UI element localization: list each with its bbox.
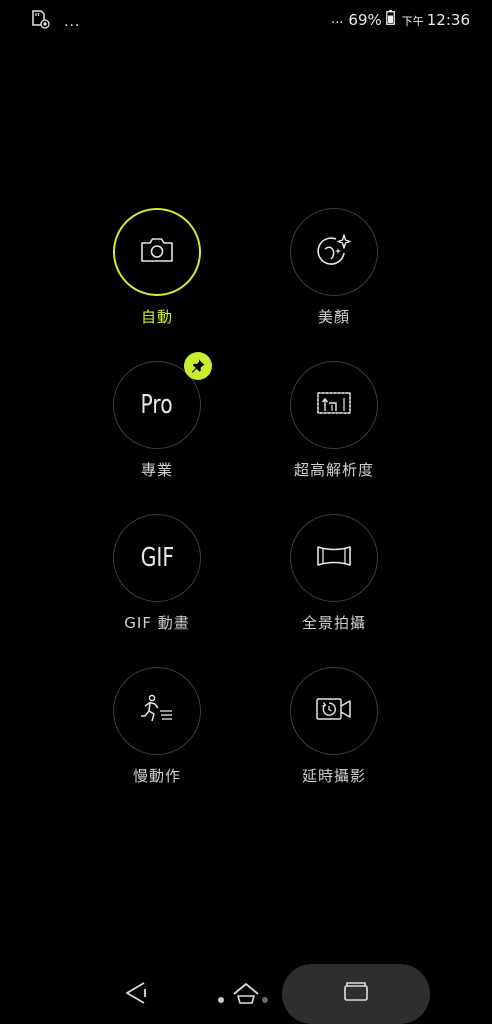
notification-overflow: ... — [64, 14, 81, 30]
status-overflow: ... — [331, 12, 344, 27]
mode-super-resolution-button[interactable] — [290, 361, 378, 449]
page-dot — [262, 997, 268, 1003]
mode-pro-button[interactable]: Pro — [113, 352, 212, 449]
mode-auto[interactable]: 自動 — [77, 208, 237, 327]
status-left: ... — [30, 9, 80, 33]
clock: 12:36 — [426, 10, 470, 29]
time-lapse-icon — [315, 696, 353, 726]
camera-icon — [140, 237, 174, 267]
battery-icon — [385, 10, 395, 29]
mode-panorama-button[interactable] — [290, 514, 378, 602]
mode-label: 慢動作 — [132, 767, 181, 785]
pin-icon[interactable] — [184, 352, 212, 380]
mode-super-resolution[interactable]: 超高解析度 — [254, 361, 414, 480]
slow-motion-runner-icon — [139, 693, 175, 729]
mode-label: 超高解析度 — [293, 461, 374, 479]
mode-slow-motion[interactable]: 慢動作 — [77, 667, 237, 786]
mode-beauty[interactable]: 美顏 — [254, 208, 414, 327]
super-resolution-icon — [316, 390, 352, 420]
mode-time-lapse-button[interactable] — [290, 667, 378, 755]
home-icon[interactable] — [232, 982, 260, 1010]
beauty-face-icon — [314, 231, 354, 273]
mode-label: 延時攝影 — [301, 767, 366, 785]
panorama-icon — [316, 545, 352, 571]
mode-beauty-button[interactable] — [290, 208, 378, 296]
mode-label: 專業 — [140, 461, 173, 479]
sd-card-icon — [30, 9, 50, 33]
recents-button[interactable] — [282, 964, 430, 1024]
ampm-label: 下午 — [401, 14, 424, 28]
battery-percent: 69% — [348, 10, 382, 29]
mode-gif-button[interactable]: GIF — [113, 514, 201, 602]
mode-label: 自動 — [140, 308, 173, 326]
recents-icon — [343, 981, 369, 1007]
mode-panorama[interactable]: 全景拍攝 — [254, 514, 414, 633]
mode-auto-button[interactable] — [113, 208, 201, 296]
status-right: ... 69% 下午 12:36 — [331, 10, 470, 29]
gif-icon-text: GIF — [140, 543, 174, 573]
mode-gif[interactable]: GIF GIF 動畫 — [77, 514, 237, 633]
navigation-bar — [0, 960, 492, 1024]
mode-slow-motion-button[interactable] — [113, 667, 201, 755]
page-dot — [218, 997, 224, 1003]
mode-label: 全景拍攝 — [301, 614, 366, 632]
mode-label: 美顏 — [317, 308, 350, 326]
pro-icon-text: Pro — [140, 390, 174, 420]
back-icon[interactable] — [124, 980, 150, 1010]
mode-label: GIF 動畫 — [124, 614, 190, 632]
status-bar: ... ... 69% 下午 12:36 — [0, 0, 492, 40]
mode-time-lapse[interactable]: 延時攝影 — [254, 667, 414, 786]
mode-pro[interactable]: Pro 專業 — [77, 352, 237, 480]
